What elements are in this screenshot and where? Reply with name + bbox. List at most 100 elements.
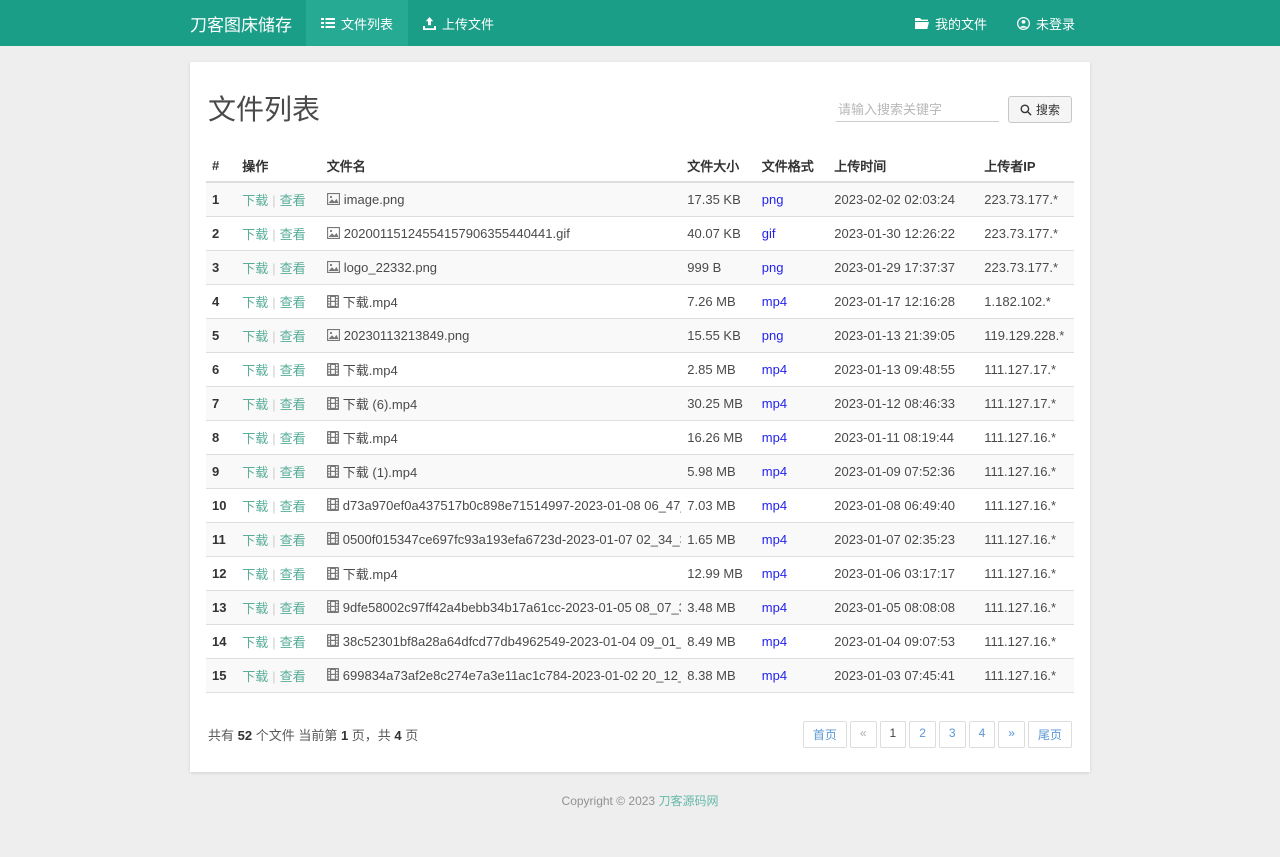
nav-tab-label: 文件列表	[341, 16, 394, 32]
format-link[interactable]: mp4	[762, 634, 787, 649]
download-link[interactable]: 下载	[242, 329, 268, 344]
row-index: 15	[206, 658, 237, 693]
download-link[interactable]: 下载	[242, 295, 268, 310]
row-upload-time: 2023-01-09 07:52:36	[828, 454, 979, 489]
nav-login-status[interactable]: 未登录	[1002, 0, 1090, 46]
nav-my-files[interactable]: 我的文件	[900, 0, 1002, 46]
view-link[interactable]: 查看	[280, 329, 306, 344]
row-index: 12	[206, 556, 237, 591]
action-separator: |	[272, 261, 276, 276]
action-separator: |	[272, 193, 276, 208]
row-uploader-ip: 111.127.17.*	[978, 352, 1074, 387]
row-index: 9	[206, 454, 237, 489]
download-link[interactable]: 下载	[242, 227, 268, 242]
file-count-summary: 共有 52 个文件 当前第 1 页，共 4 页	[208, 725, 418, 744]
view-link[interactable]: 查看	[280, 635, 306, 650]
view-link[interactable]: 查看	[280, 499, 306, 514]
row-actions: 下载 | 查看	[236, 556, 321, 591]
table-row: 13 下载 | 查看 9dfe58002c97ff42a4bebb34b17a61cc-…	[206, 590, 1074, 625]
nav-tab-file-list[interactable]: 文件列表	[306, 0, 409, 46]
format-link[interactable]: png	[762, 328, 784, 343]
format-link[interactable]: mp4	[762, 668, 787, 683]
row-filename: d73a970ef0a437517b0c898e71514997-2023-01…	[320, 488, 682, 523]
download-link[interactable]: 下载	[242, 193, 268, 208]
view-link[interactable]: 查看	[280, 601, 306, 616]
view-link[interactable]: 查看	[280, 567, 306, 582]
row-filesize: 12.99 MB	[681, 556, 756, 591]
page-last[interactable]: 尾页	[1027, 721, 1072, 748]
format-link[interactable]: mp4	[762, 498, 787, 513]
row-format: mp4	[755, 420, 829, 455]
page-3[interactable]: 3	[938, 721, 966, 748]
view-link[interactable]: 查看	[280, 669, 306, 684]
view-link[interactable]: 查看	[280, 397, 306, 412]
row-actions: 下载 | 查看	[236, 352, 321, 387]
row-filesize: 17.35 KB	[681, 181, 756, 217]
row-uploader-ip: 119.129.228.*	[978, 318, 1074, 353]
view-link[interactable]: 查看	[280, 261, 306, 276]
view-link[interactable]: 查看	[280, 533, 306, 548]
header-index: #	[206, 150, 237, 183]
format-link[interactable]: mp4	[762, 396, 787, 411]
page-2[interactable]: 2	[909, 721, 936, 748]
format-link[interactable]: mp4	[762, 600, 787, 615]
format-link[interactable]: gif	[762, 226, 776, 241]
view-link[interactable]: 查看	[280, 363, 306, 378]
filename-text: 下载 (6).mp4	[342, 397, 418, 412]
view-link[interactable]: 查看	[280, 465, 306, 480]
page-4[interactable]: 4	[968, 721, 996, 748]
download-link[interactable]: 下载	[242, 431, 268, 446]
download-link[interactable]: 下载	[242, 601, 268, 616]
format-link[interactable]: mp4	[762, 430, 787, 445]
top-navbar: 刀客图床储存 文件列表 上传文件 我的文件 未登录	[0, 0, 1280, 46]
nav-tab-upload[interactable]: 上传文件	[408, 0, 509, 46]
row-actions: 下载 | 查看	[236, 454, 321, 489]
row-format: mp4	[755, 590, 829, 625]
row-filesize: 15.55 KB	[681, 318, 756, 353]
format-link[interactable]: mp4	[762, 294, 787, 309]
table-row: 3 下载 | 查看 logo_22332.png 999 B png 2023-01-29 1…	[206, 250, 1074, 285]
download-link[interactable]: 下载	[242, 669, 268, 684]
row-upload-time: 2023-01-06 03:17:17	[828, 556, 979, 591]
search-input[interactable]	[835, 97, 999, 122]
format-link[interactable]: png	[762, 260, 784, 275]
search-button[interactable]: 搜索	[1007, 96, 1072, 123]
format-link[interactable]: mp4	[762, 464, 787, 479]
row-filename: 699834a73af2e8c274e7a3e11ac1c784-2023-01…	[320, 658, 682, 693]
format-link[interactable]: mp4	[762, 362, 787, 377]
page-next[interactable]: »	[998, 721, 1025, 748]
row-format: mp4	[755, 386, 829, 421]
row-uploader-ip: 111.127.16.*	[978, 454, 1074, 489]
row-filename: 下载.mp4	[320, 352, 682, 387]
header-upload-time: 上传时间	[828, 150, 979, 183]
download-link[interactable]: 下载	[242, 567, 268, 582]
row-index: 13	[206, 590, 237, 625]
format-link[interactable]: mp4	[762, 532, 787, 547]
row-filename: 20200115124554157906355440441.gif	[320, 216, 682, 251]
view-link[interactable]: 查看	[280, 431, 306, 446]
download-link[interactable]: 下载	[242, 261, 268, 276]
page-prev: «	[849, 721, 877, 748]
row-filesize: 40.07 KB	[681, 216, 756, 251]
page-first[interactable]: 首页	[802, 721, 847, 748]
format-link[interactable]: mp4	[762, 566, 787, 581]
filename-text: d73a970ef0a437517b0c898e71514997-2023-01…	[342, 498, 682, 513]
download-link[interactable]: 下载	[242, 499, 268, 514]
download-link[interactable]: 下载	[242, 465, 268, 480]
download-link[interactable]: 下载	[242, 363, 268, 378]
header-actions: 操作	[236, 150, 321, 183]
row-format: mp4	[755, 352, 829, 387]
row-actions: 下载 | 查看	[236, 488, 321, 523]
download-link[interactable]: 下载	[242, 533, 268, 548]
row-actions: 下载 | 查看	[236, 284, 321, 319]
download-link[interactable]: 下载	[242, 397, 268, 412]
download-link[interactable]: 下载	[242, 635, 268, 650]
table-row: 1 下载 | 查看 image.png 17.35 KB png 2023-02-02 02:…	[206, 181, 1074, 217]
row-filename: 下载.mp4	[320, 556, 682, 591]
view-link[interactable]: 查看	[280, 227, 306, 242]
film-icon	[326, 431, 339, 444]
footer-site-link[interactable]: 刀客源码网	[658, 794, 718, 808]
view-link[interactable]: 查看	[280, 193, 306, 208]
view-link[interactable]: 查看	[280, 295, 306, 310]
format-link[interactable]: png	[762, 192, 784, 207]
